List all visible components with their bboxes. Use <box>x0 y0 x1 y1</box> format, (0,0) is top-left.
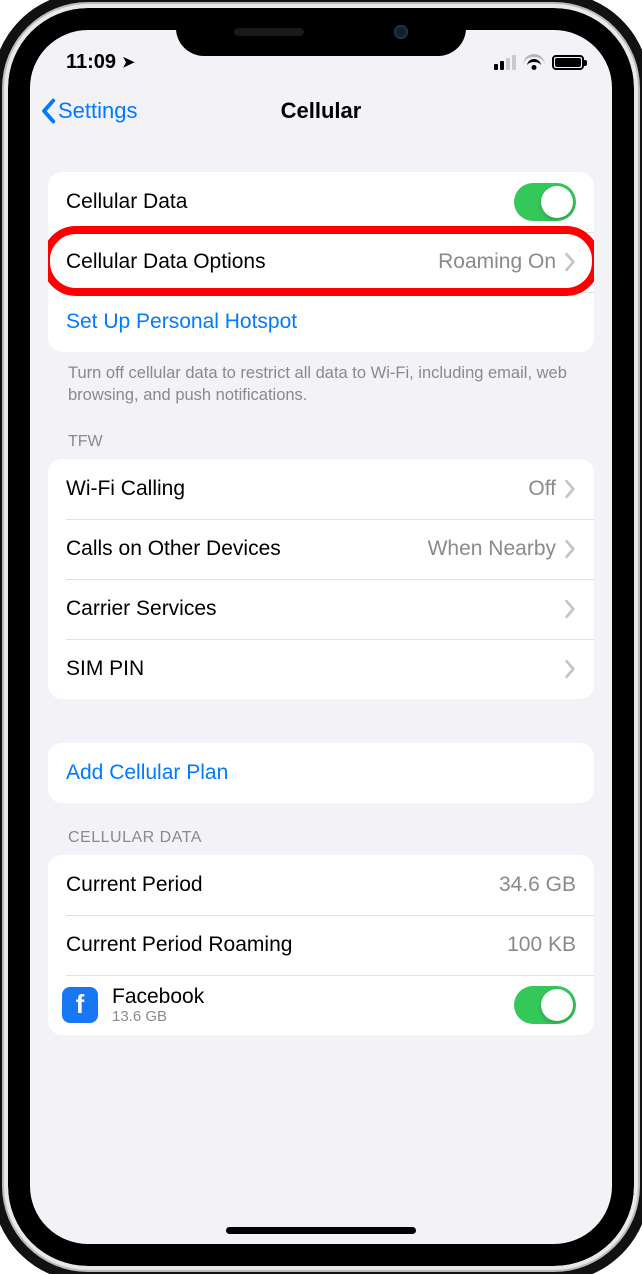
row-wifi-calling[interactable]: Wi-Fi Calling Off <box>48 459 594 519</box>
page-title: Cellular <box>281 98 362 124</box>
row-calls-other-devices[interactable]: Calls on Other Devices When Nearby <box>48 519 594 579</box>
cellular-data-label: Cellular Data <box>66 190 514 214</box>
nav-bar: Settings Cellular <box>30 80 612 142</box>
app-name: Facebook <box>112 985 514 1009</box>
wifi-icon <box>523 54 545 70</box>
usage-header: CELLULAR DATA <box>48 803 594 855</box>
battery-icon <box>552 55 584 70</box>
current-period-value: 34.6 GB <box>499 873 576 897</box>
row-cellular-data[interactable]: Cellular Data <box>48 172 594 232</box>
row-sim-pin[interactable]: SIM PIN <box>48 639 594 699</box>
facebook-icon: f <box>62 987 98 1023</box>
screen: 11:09 ➤ Settings Cellular Cellular Data <box>30 30 612 1244</box>
chevron-right-icon <box>564 539 576 559</box>
row-current-roaming: Current Period Roaming 100 KB <box>48 915 594 975</box>
personal-hotspot-link: Set Up Personal Hotspot <box>66 310 576 334</box>
status-time: 11:09 <box>66 51 116 74</box>
cell-signal-icon <box>494 55 516 70</box>
chevron-right-icon <box>564 479 576 499</box>
cellular-data-options-label: Cellular Data Options <box>66 250 438 274</box>
group-usage: Current Period 34.6 GB Current Period Ro… <box>48 855 594 1035</box>
sim-pin-label: SIM PIN <box>66 657 564 681</box>
back-label: Settings <box>58 98 138 124</box>
row-cellular-data-options[interactable]: Cellular Data Options Roaming On <box>48 232 594 292</box>
calls-other-detail: When Nearby <box>428 537 556 561</box>
content[interactable]: Cellular Data Cellular Data Options Roam… <box>30 142 612 1035</box>
back-button[interactable]: Settings <box>40 98 138 124</box>
group-add-plan: Add Cellular Plan <box>48 743 594 803</box>
cellular-footer: Turn off cellular data to restrict all d… <box>48 352 594 407</box>
chevron-right-icon <box>564 599 576 619</box>
chevron-right-icon <box>564 659 576 679</box>
current-roaming-label: Current Period Roaming <box>66 933 507 957</box>
notch <box>176 8 466 56</box>
app-usage: 13.6 GB <box>112 1009 514 1024</box>
home-indicator[interactable] <box>226 1227 416 1234</box>
group-cellular: Cellular Data Cellular Data Options Roam… <box>48 172 594 352</box>
row-add-cellular-plan[interactable]: Add Cellular Plan <box>48 743 594 803</box>
add-plan-link: Add Cellular Plan <box>66 761 576 785</box>
row-carrier-services[interactable]: Carrier Services <box>48 579 594 639</box>
wifi-calling-label: Wi-Fi Calling <box>66 477 528 501</box>
carrier-header: TFW <box>48 407 594 459</box>
cellular-data-toggle[interactable] <box>514 183 576 221</box>
location-icon: ➤ <box>122 53 135 71</box>
current-roaming-value: 100 KB <box>507 933 576 957</box>
wifi-calling-detail: Off <box>528 477 556 501</box>
row-personal-hotspot[interactable]: Set Up Personal Hotspot <box>48 292 594 352</box>
app-toggle[interactable] <box>514 986 576 1024</box>
chevron-right-icon <box>564 252 576 272</box>
phone-frame: 11:09 ➤ Settings Cellular Cellular Data <box>8 8 634 1266</box>
row-app-facebook[interactable]: f Facebook 13.6 GB <box>48 975 594 1035</box>
calls-other-label: Calls on Other Devices <box>66 537 428 561</box>
current-period-label: Current Period <box>66 873 499 897</box>
group-carrier: Wi-Fi Calling Off Calls on Other Devices… <box>48 459 594 699</box>
chevron-left-icon <box>40 98 56 124</box>
row-current-period: Current Period 34.6 GB <box>48 855 594 915</box>
carrier-services-label: Carrier Services <box>66 597 564 621</box>
cellular-data-options-detail: Roaming On <box>438 250 556 274</box>
